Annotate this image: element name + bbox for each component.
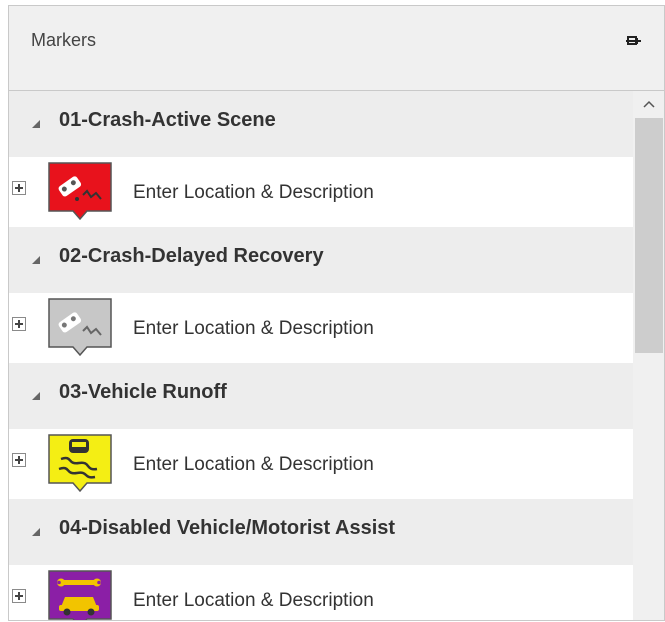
group-header-vehicle-runoff[interactable]: 03-Vehicle Runoff [9, 363, 633, 430]
item-description: Enter Location & Description [133, 182, 374, 203]
vertical-scrollbar[interactable] [633, 91, 664, 620]
expand-plus-icon[interactable] [12, 181, 26, 195]
marker-item-vehicle-runoff[interactable]: Enter Location & Description [9, 429, 633, 500]
expand-plus-icon[interactable] [12, 317, 26, 331]
markers-panel: Markers 01-Crash-Active Scene Enter Loca… [8, 5, 665, 621]
item-description: Enter Location & Description [133, 590, 374, 611]
markers-list: 01-Crash-Active Scene Enter Location & D… [9, 91, 633, 620]
collapse-triangle-icon[interactable] [31, 391, 41, 401]
panel-title: Markers [31, 30, 97, 50]
group-header-disabled-vehicle[interactable]: 04-Disabled Vehicle/Motorist Assist [9, 499, 633, 566]
scroll-up-arrow-icon[interactable] [641, 99, 657, 109]
expand-plus-icon[interactable] [12, 589, 26, 603]
group-header-crash-delayed[interactable]: 02-Crash-Delayed Recovery [9, 227, 633, 294]
marker-item-crash-delayed[interactable]: Enter Location & Description [9, 293, 633, 364]
disabled-vehicle-marker-icon [48, 570, 112, 620]
collapse-triangle-icon[interactable] [31, 527, 41, 537]
group-title: 03-Vehicle Runoff [59, 381, 227, 403]
vehicle-runoff-marker-icon [48, 434, 112, 493]
pin-icon[interactable] [624, 32, 642, 50]
marker-item-disabled-vehicle[interactable]: Enter Location & Description [9, 565, 633, 620]
group-title: 04-Disabled Vehicle/Motorist Assist [59, 517, 396, 539]
item-description: Enter Location & Description [133, 318, 374, 339]
collapse-triangle-icon[interactable] [31, 255, 41, 265]
group-title: 02-Crash-Delayed Recovery [59, 245, 324, 267]
group-title: 01-Crash-Active Scene [59, 109, 276, 131]
crash-active-marker-icon [48, 162, 112, 221]
scrollbar-thumb[interactable] [635, 118, 663, 353]
expand-plus-icon[interactable] [12, 453, 26, 467]
collapse-triangle-icon[interactable] [31, 119, 41, 129]
panel-titlebar: Markers [9, 6, 664, 91]
crash-delayed-marker-icon [48, 298, 112, 357]
item-description: Enter Location & Description [133, 454, 374, 475]
marker-item-crash-active[interactable]: Enter Location & Description [9, 157, 633, 228]
group-header-crash-active[interactable]: 01-Crash-Active Scene [9, 91, 633, 158]
